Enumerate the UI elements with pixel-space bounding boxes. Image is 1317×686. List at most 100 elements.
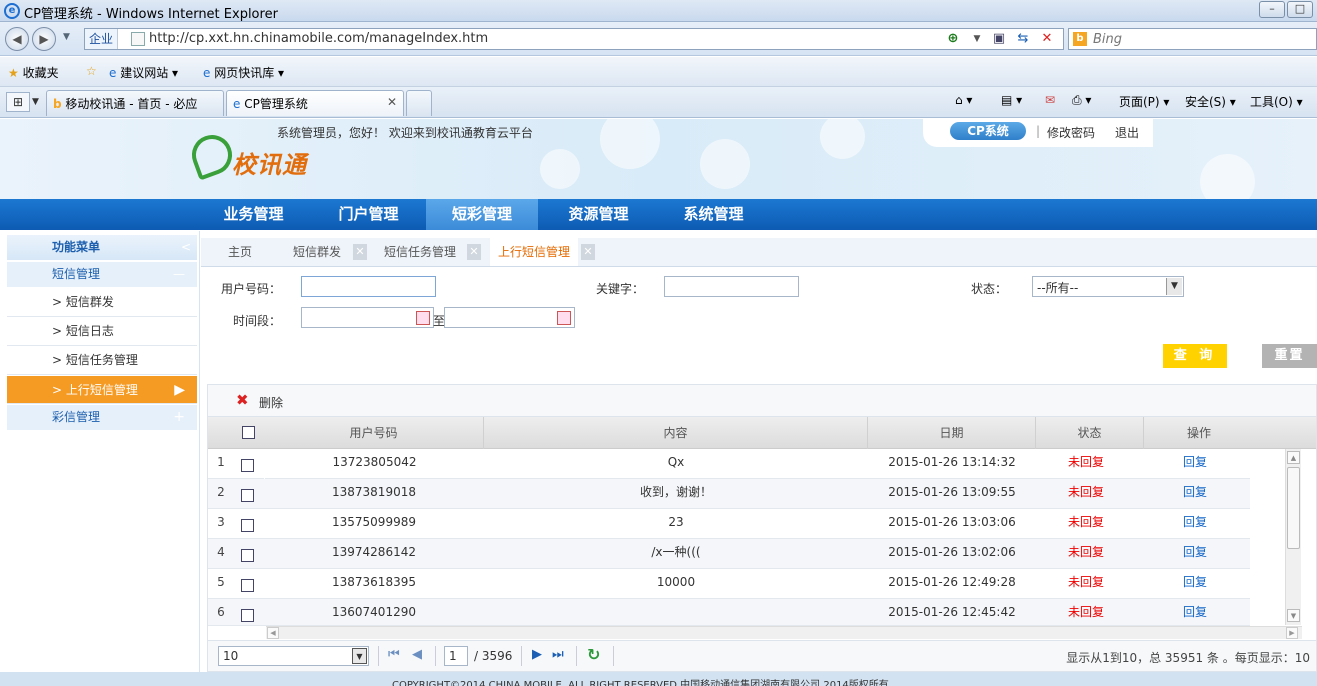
add-favorite-icon[interactable]: ☆ — [86, 64, 97, 78]
collapse-icon[interactable]: < — [181, 235, 191, 260]
compat-icon[interactable]: ⊕ — [945, 31, 961, 47]
tab-home[interactable]: 主页 — [220, 238, 260, 266]
nav-resources[interactable]: 资源管理 — [541, 199, 656, 230]
close-tab-icon[interactable]: ✕ — [387, 95, 397, 109]
reply-link[interactable]: 回复 — [1144, 539, 1246, 569]
web-slices-button[interactable]: e 网页快讯库 ▾ — [203, 64, 284, 81]
reply-link[interactable]: 回复 — [1144, 599, 1246, 629]
scroll-left-icon[interactable]: ◀ — [267, 627, 279, 639]
favorites-button[interactable]: ★ 收藏夹 — [8, 64, 59, 81]
suggested-sites-button[interactable]: e 建议网站 ▾ — [109, 64, 178, 81]
reply-link[interactable]: 回复 — [1144, 479, 1246, 509]
nav-portal[interactable]: 门户管理 — [311, 199, 426, 230]
sidebar-group-sms[interactable]: 短信管理 — — [7, 262, 197, 287]
refresh-icon[interactable]: ⇆ — [1015, 31, 1031, 47]
tab-sms-tasks[interactable]: 短信任务管理 — [376, 238, 464, 266]
sidebar-item-sms-tasks[interactable]: > 短信任务管理 — [7, 346, 197, 375]
delete-button[interactable]: 删除 — [259, 394, 283, 411]
chevron-down-icon[interactable]: ▼ — [1166, 278, 1182, 295]
column-user-number[interactable]: 用户号码 — [264, 417, 484, 449]
history-dropdown-icon[interactable]: ▼ — [63, 32, 70, 42]
zone-label[interactable]: 企业 — [85, 29, 119, 49]
reply-link[interactable]: 回复 — [1144, 509, 1246, 539]
browser-tab-cp[interactable]: e CP管理系统 ✕ — [226, 90, 404, 116]
minimize-icon[interactable]: – — [1259, 1, 1285, 18]
checkbox[interactable] — [241, 489, 254, 502]
forward-icon[interactable]: ▶ — [32, 27, 56, 51]
scroll-right-icon[interactable]: ▶ — [1286, 627, 1298, 639]
nav-business[interactable]: 业务管理 — [196, 199, 311, 230]
tab-inbound-sms[interactable]: 上行短信管理 — [490, 238, 579, 266]
chevron-down-icon[interactable]: ▼ — [352, 648, 367, 664]
refresh-icon[interactable]: ↻ — [587, 645, 600, 664]
reply-link[interactable]: 回复 — [1144, 569, 1246, 599]
sidebar-group-mms[interactable]: 彩信管理 + — [7, 405, 197, 430]
nav-system[interactable]: 系统管理 — [656, 199, 771, 230]
quick-tabs-icon[interactable]: ⊞ — [6, 92, 30, 112]
logout-link[interactable]: 退出 — [1115, 124, 1139, 141]
tab-sms-send[interactable]: 短信群发 — [285, 238, 349, 266]
checkbox[interactable] — [241, 549, 254, 562]
row-checkbox[interactable] — [241, 459, 254, 472]
row-checkbox[interactable] — [241, 519, 254, 532]
checkbox[interactable] — [241, 609, 254, 622]
row-checkbox[interactable] — [241, 489, 254, 502]
query-button[interactable]: 查 询 — [1163, 344, 1227, 368]
calendar-icon[interactable] — [557, 311, 571, 325]
reset-button[interactable]: 重置 — [1262, 344, 1317, 368]
home-icon[interactable]: ⌂ ▾ — [955, 93, 972, 107]
scroll-thumb[interactable] — [1287, 467, 1300, 549]
scroll-down-icon[interactable]: ▼ — [1287, 609, 1300, 622]
calendar-icon[interactable] — [416, 311, 430, 325]
browser-tab-bing[interactable]: b 移动校讯通 - 首页 - 必应 — [46, 90, 224, 116]
search-input[interactable]: b Bing — [1068, 28, 1317, 50]
row-checkbox[interactable] — [241, 549, 254, 562]
last-page-icon[interactable]: ⏭ — [552, 647, 564, 662]
close-icon[interactable]: ✕ — [581, 244, 595, 260]
reply-link[interactable]: 回复 — [1144, 449, 1246, 479]
checkbox[interactable] — [242, 426, 255, 439]
column-status[interactable]: 状态 — [1036, 417, 1144, 449]
row-checkbox[interactable] — [241, 579, 254, 592]
checkbox[interactable] — [241, 519, 254, 532]
column-action[interactable]: 操作 — [1144, 417, 1254, 449]
compatibility-view-icon[interactable]: ▣ — [991, 31, 1007, 47]
end-date-input[interactable] — [444, 307, 575, 328]
prev-page-icon[interactable]: ◀ — [412, 647, 422, 662]
feeds-icon[interactable]: ▤ ▾ — [1001, 93, 1022, 107]
status-select[interactable]: --所有-- ▼ — [1032, 276, 1184, 297]
print-icon[interactable]: ⎙ ▾ — [1072, 93, 1091, 108]
checkbox[interactable] — [241, 459, 254, 472]
maximize-icon[interactable]: □ — [1287, 1, 1313, 18]
tab-list-icon[interactable]: ▼ — [32, 92, 44, 112]
scroll-up-icon[interactable]: ▲ — [1287, 451, 1300, 464]
url-text[interactable]: http://cp.xxt.hn.chinamobile.com/manageI… — [149, 31, 488, 46]
user-number-input[interactable] — [301, 276, 436, 297]
mail-icon[interactable]: ✉ — [1045, 93, 1055, 107]
sidebar-item-sms-log[interactable]: > 短信日志 — [7, 317, 197, 346]
sidebar-item-inbound-sms[interactable]: > 上行短信管理 ▶ — [7, 376, 197, 404]
column-content[interactable]: 内容 — [484, 417, 868, 449]
current-page-input[interactable]: 1 — [444, 646, 468, 666]
nav-sms-mms[interactable]: 短彩管理 — [426, 199, 538, 230]
start-date-input[interactable] — [301, 307, 434, 328]
address-field[interactable]: 企业 http://cp.xxt.hn.chinamobile.com/mana… — [84, 28, 1064, 50]
change-password-link[interactable]: 修改密码 — [1047, 124, 1095, 141]
vertical-scrollbar[interactable]: ▲ ▼ — [1285, 449, 1301, 625]
back-icon[interactable]: ◀ — [5, 27, 29, 51]
first-page-icon[interactable]: ⏮ — [388, 647, 400, 662]
stop-icon[interactable]: ✕ — [1039, 31, 1055, 47]
close-icon[interactable]: ✕ — [353, 244, 367, 260]
page-size-select[interactable]: 10 ▼ — [218, 646, 369, 666]
safety-menu[interactable]: 安全(S) ▾ — [1185, 93, 1236, 110]
tools-menu[interactable]: 工具(O) ▾ — [1250, 93, 1303, 110]
search-placeholder[interactable]: Bing — [1093, 32, 1122, 47]
row-checkbox[interactable] — [241, 609, 254, 622]
dropdown-icon[interactable]: ▼ — [969, 31, 985, 47]
delete-icon[interactable]: ✖ — [236, 391, 249, 409]
select-all-checkbox[interactable] — [242, 426, 255, 439]
checkbox[interactable] — [241, 579, 254, 592]
close-icon[interactable]: ✕ — [467, 244, 481, 260]
cp-system-button[interactable]: CP系统 — [950, 122, 1026, 140]
next-page-icon[interactable]: ▶ — [532, 647, 542, 662]
